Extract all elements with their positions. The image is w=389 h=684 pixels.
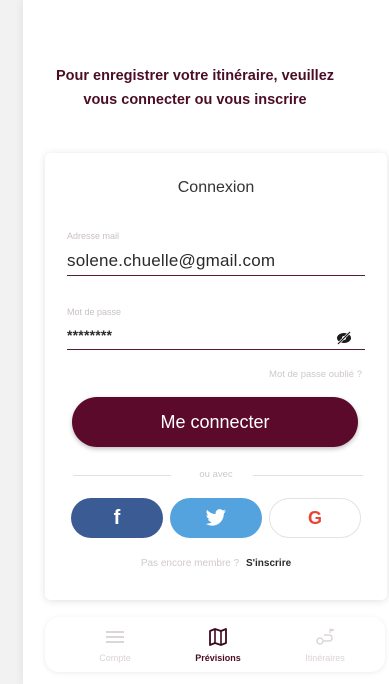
password-label: Mot de passe [67,307,122,317]
bottom-tab-bar: Compte Prévisions Itinéraires [45,617,385,672]
email-label: Adresse mail [67,231,120,241]
tab-label-previsions: Prévisions [195,653,241,663]
login-card: Connexion Adresse mail solene.chuelle@gm… [45,153,387,600]
password-underline [67,349,365,350]
email-underline [67,275,365,276]
email-field[interactable]: solene.chuelle@gmail.com [67,251,275,271]
tab-label-compte: Compte [99,653,131,663]
tab-label-itineraires: Itinéraires [305,653,345,663]
login-prompt-line-1: Pour enregistrer votre itinéraire, veuil… [55,68,335,84]
route-icon [316,628,335,645]
tab-itineraires[interactable]: Itinéraires [270,617,380,672]
tab-previsions[interactable]: Prévisions [163,617,273,672]
tab-compte[interactable]: Compte [60,617,170,672]
login-prompt: Pour enregistrer votre itinéraire, veuil… [40,64,350,112]
google-login-button[interactable]: G [269,498,361,538]
eye-slash-icon[interactable] [335,331,353,345]
twitter-bird-icon [205,509,226,526]
facebook-icon: f [113,506,121,529]
divider-label: ou avec [199,469,233,480]
menu-icon [106,631,124,643]
login-button[interactable]: Me connecter [72,397,358,447]
password-field[interactable]: ******** [67,327,112,343]
signup-link[interactable]: S'inscrire [246,558,291,569]
twitter-login-button[interactable] [170,498,262,538]
signup-row: Pas encore membre ? S'inscrire [45,558,387,569]
facebook-login-button[interactable]: f [71,498,163,538]
google-icon: G [307,507,322,528]
map-icon [209,628,227,646]
signup-prompt: Pas encore membre ? [140,558,240,569]
forgot-password-link[interactable]: Mot de passe oublié ? [269,369,362,380]
login-prompt-line-2: vous connecter ou vous inscrire [83,92,307,108]
login-title: Connexion [177,179,255,196]
